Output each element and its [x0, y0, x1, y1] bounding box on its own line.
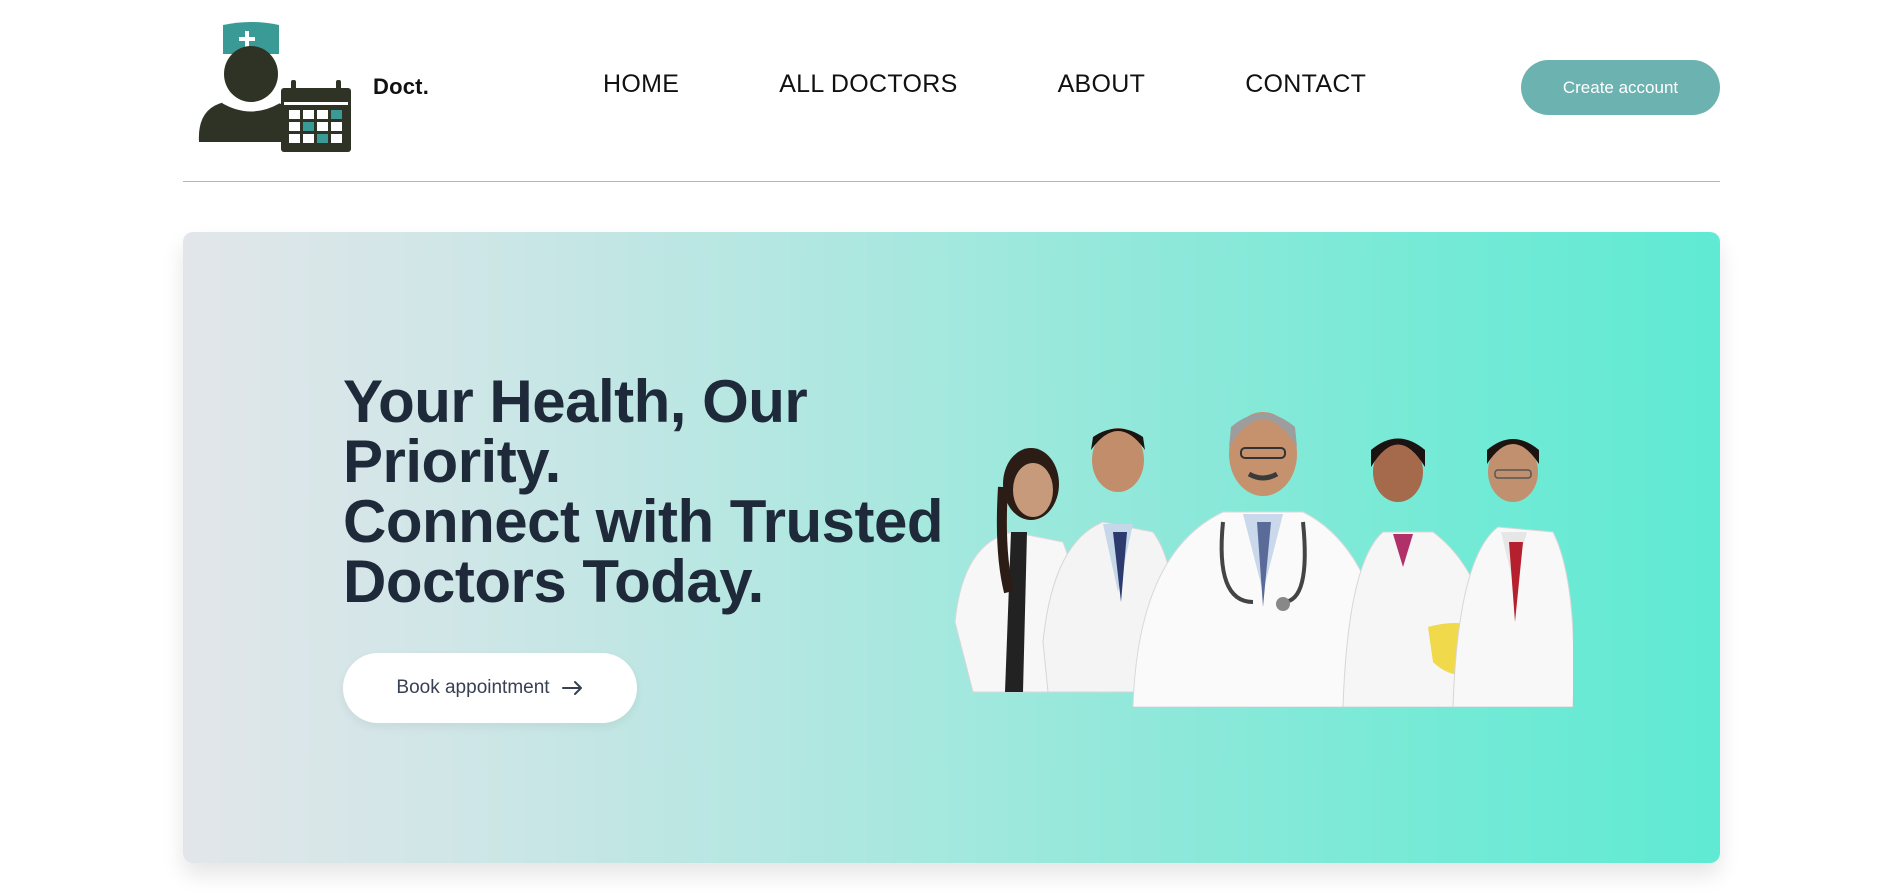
- book-appointment-label: Book appointment: [396, 677, 550, 698]
- hero-title-line-3: Connect with Trusted: [343, 488, 944, 555]
- hero-title-line-1: Your Health, Our: [343, 368, 808, 435]
- site-header: Doct. HOME ALL DOCTORS ABOUT CONTACT Cre…: [183, 0, 1720, 182]
- nav-item-about[interactable]: ABOUT: [1058, 70, 1146, 99]
- nav-item-contact[interactable]: CONTACT: [1245, 70, 1366, 99]
- create-account-button[interactable]: Create account: [1521, 60, 1720, 115]
- main-nav: HOME ALL DOCTORS ABOUT CONTACT: [603, 70, 1366, 99]
- nav-item-all-doctors[interactable]: ALL DOCTORS: [779, 70, 957, 99]
- hero-title: Your Health, Our Priority. Connect with …: [343, 372, 983, 612]
- doctor-figure: [1452, 439, 1573, 707]
- logo-icon[interactable]: [193, 20, 353, 155]
- brand-name[interactable]: Doct.: [373, 74, 429, 100]
- nav-item-home[interactable]: HOME: [603, 70, 679, 99]
- hero-title-line-4: Doctors Today.: [343, 548, 764, 615]
- arrow-right-icon: [561, 680, 584, 696]
- hero-banner: Your Health, Our Priority. Connect with …: [183, 232, 1720, 863]
- book-appointment-button[interactable]: Book appointment: [343, 653, 637, 723]
- doctors-group-image: [953, 392, 1573, 707]
- header-divider: [183, 181, 1720, 182]
- hero-title-line-2: Priority.: [343, 428, 561, 495]
